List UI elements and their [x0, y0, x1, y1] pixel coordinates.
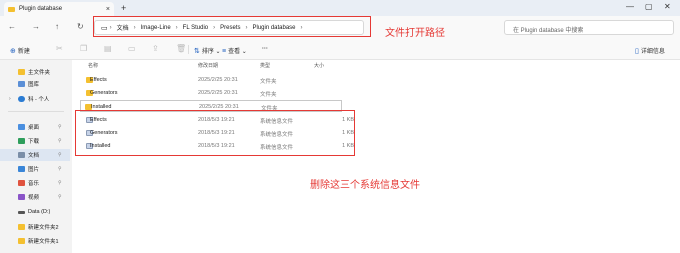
sidebar-item-gallery[interactable]: 图库 — [0, 78, 70, 90]
sidebar-item-label: 图片 — [28, 167, 40, 173]
sidebar-item-label: 新建文件夹1 — [28, 239, 59, 245]
folder-icon — [8, 6, 15, 12]
details-label: 详细信息 — [640, 49, 665, 55]
folder-icon — [18, 224, 25, 230]
title-bar: Plugin database × + — ▢ ✕ — [0, 0, 680, 16]
pin-icon[interactable]: ⚲ — [58, 124, 62, 130]
pin-icon[interactable]: ⚲ — [58, 152, 62, 158]
drive-icon — [18, 210, 25, 214]
command-bar: ⊕ 新建 ✂ ❐ ▤ ▭ ⇪ 🗑 ⇅ 排序 ⌄ ≡ 查看 ⌄ ··· ▯ 详细信息 — [0, 38, 680, 60]
new-label: 新建 — [17, 49, 30, 55]
music-icon — [18, 180, 25, 186]
navigation-pane: 主文件夹 图库 › 科 - 个人 桌面 ⚲ 下载 ⚲ 文档 ⚲ 图片 ⚲ 音乐 … — [0, 60, 70, 253]
sidebar-item-label: 科 - 个人 — [28, 97, 50, 103]
sidebar-item-label: 图库 — [28, 82, 40, 88]
chevron-right-icon[interactable]: › — [9, 96, 11, 102]
new-tab-button[interactable]: + — [121, 3, 126, 13]
sidebar-item-label: 音乐 — [28, 181, 40, 187]
sidebar-item-onedrive[interactable]: › 科 - 个人 — [0, 93, 70, 105]
video-icon — [18, 194, 25, 200]
details-button[interactable]: ▯ 详细信息 — [635, 46, 665, 55]
file-date: 2025/2/25 20:31 — [198, 77, 238, 83]
documents-icon — [18, 152, 25, 158]
sidebar-item-new-folder-2[interactable]: 新建文件夹2 — [0, 221, 70, 233]
view-icon: ≡ — [222, 48, 227, 55]
minimize-button[interactable]: — — [626, 2, 634, 11]
download-icon — [18, 138, 25, 144]
search-input[interactable]: 在 Plugin database 中搜索 — [504, 20, 674, 35]
pin-icon[interactable]: ⚲ — [58, 180, 62, 186]
pictures-icon — [18, 166, 25, 172]
up-button[interactable]: ↑ — [55, 22, 59, 31]
sidebar-item-videos[interactable]: 视频 ⚲ — [0, 191, 70, 203]
sidebar-item-documents[interactable]: 文档 ⚲ — [0, 149, 70, 161]
file-list: 名称 修改日期 类型 大小 Effects 2025/2/25 20:31 文件… — [72, 60, 680, 253]
tab-title: Plugin database — [19, 6, 63, 12]
sidebar-item-data-drive[interactable]: Data (D:) — [0, 206, 70, 218]
onedrive-icon — [18, 96, 25, 102]
sidebar-item-label: 主文件夹 — [28, 70, 51, 76]
delete-highlight-box — [75, 110, 355, 156]
sidebar-item-label: 新建文件夹2 — [28, 225, 59, 231]
paste-icon[interactable]: ▤ — [104, 44, 112, 53]
sidebar-item-desktop[interactable]: 桌面 ⚲ — [0, 121, 70, 133]
copy-icon[interactable]: ❐ — [80, 44, 87, 53]
folder-icon — [18, 238, 25, 244]
cut-icon[interactable]: ✂ — [56, 44, 63, 53]
gallery-icon — [18, 81, 25, 87]
divider — [188, 45, 189, 54]
file-row[interactable]: Effects 2025/2/25 20:31 文件夹 — [84, 74, 424, 86]
view-label: 查看 — [228, 49, 241, 55]
tab-plugin-database[interactable]: Plugin database × — [4, 2, 114, 16]
sidebar-item-home[interactable]: 主文件夹 — [0, 66, 70, 78]
column-header-type[interactable]: 类型 — [260, 62, 270, 69]
file-date: 2025/2/25 20:31 — [198, 90, 238, 96]
details-pane-icon: ▯ — [635, 48, 639, 55]
sidebar-item-label: 视频 — [28, 195, 40, 201]
more-button[interactable]: ··· — [262, 46, 268, 52]
forward-button[interactable]: → — [32, 22, 40, 31]
close-tab-icon[interactable]: × — [106, 6, 110, 13]
sidebar-item-downloads[interactable]: 下载 ⚲ — [0, 135, 70, 147]
file-type: 文件夹 — [260, 79, 277, 85]
file-type: 文件夹 — [260, 92, 277, 98]
pin-icon[interactable]: ⚲ — [58, 166, 62, 172]
sidebar-item-label: 下载 — [28, 139, 40, 145]
sidebar-item-music[interactable]: 音乐 ⚲ — [0, 177, 70, 189]
sidebar-item-label: 桌面 — [28, 125, 40, 131]
path-highlight-box — [93, 16, 371, 37]
file-name: Generators — [90, 90, 118, 96]
column-header-name[interactable]: 名称 — [88, 62, 98, 69]
pin-icon[interactable]: ⚲ — [58, 138, 62, 144]
column-header-size[interactable]: 大小 — [314, 62, 324, 69]
sort-label: 排序 — [201, 49, 214, 55]
maximize-button[interactable]: ▢ — [645, 2, 653, 11]
pin-icon[interactable]: ⚲ — [58, 194, 62, 200]
back-button[interactable]: ← — [8, 22, 16, 31]
divider — [8, 111, 64, 112]
sidebar-item-label: 文档 — [28, 153, 40, 159]
new-button[interactable]: ⊕ 新建 — [10, 46, 30, 55]
sort-button[interactable]: ⇅ 排序 ⌄ — [194, 46, 221, 55]
path-annotation: 文件打开路径 — [385, 28, 445, 39]
plus-circle-icon: ⊕ — [10, 48, 16, 55]
desktop-icon — [18, 124, 25, 130]
refresh-button[interactable]: ↻ — [77, 22, 84, 31]
close-window-button[interactable]: ✕ — [664, 2, 671, 11]
sidebar-item-new-folder-1[interactable]: 新建文件夹1 — [0, 235, 70, 247]
sidebar-item-pictures[interactable]: 图片 ⚲ — [0, 163, 70, 175]
file-name: Effects — [90, 77, 107, 83]
sort-icon: ⇅ — [194, 48, 200, 55]
column-header-date[interactable]: 修改日期 — [198, 62, 218, 69]
share-icon[interactable]: ⇪ — [152, 44, 159, 53]
delete-annotation: 删除这三个系统信息文件 — [310, 180, 420, 191]
delete-icon[interactable]: 🗑 — [176, 44, 186, 53]
rename-icon[interactable]: ▭ — [128, 44, 136, 53]
sidebar-item-label: Data (D:) — [28, 209, 51, 215]
view-button[interactable]: ≡ 查看 ⌄ — [222, 46, 247, 55]
file-row[interactable]: Generators 2025/2/25 20:31 文件夹 — [84, 87, 424, 99]
home-icon — [18, 69, 25, 75]
